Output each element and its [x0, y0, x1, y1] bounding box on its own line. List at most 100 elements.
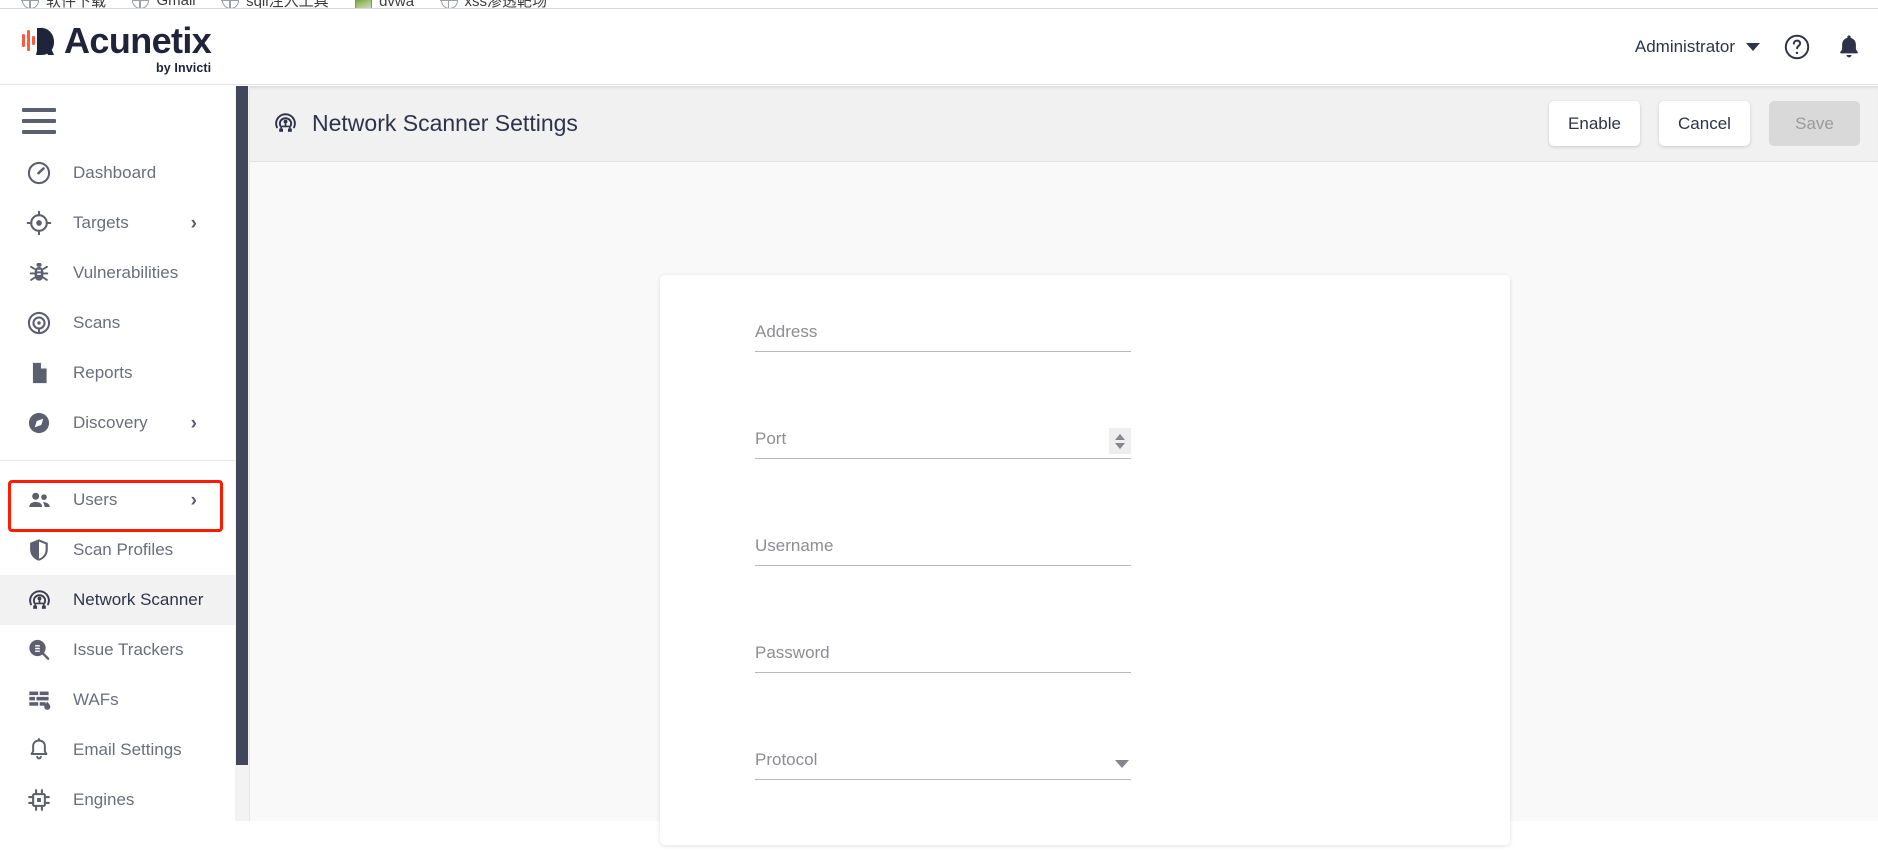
cancel-button[interactable]: Cancel [1659, 101, 1750, 146]
users-icon [24, 485, 54, 515]
settings-card-area: Address Port Username Password Protocol [250, 162, 1878, 845]
logo-tagline: by Invicti [156, 61, 212, 75]
image-icon [355, 0, 373, 8]
chevron-down-icon[interactable] [1115, 442, 1125, 449]
sidebar-item-label: Discovery [73, 413, 148, 432]
user-menu-label: Administrator [1634, 37, 1735, 56]
sidebar-item-issue-trackers[interactable]: Issue Trackers [0, 625, 249, 675]
sidebar-item-label: Scan Profiles [73, 540, 174, 559]
hamburger-bar [22, 108, 56, 112]
password-field-group: Password [755, 641, 1131, 748]
sidebar-item-scan-profiles[interactable]: Scan Profiles [0, 525, 249, 575]
bookmark-item[interactable]: dvwa [355, 0, 414, 8]
sidebar-divider [0, 460, 249, 461]
port-number-stepper[interactable] [1109, 428, 1131, 454]
globe-icon [439, 0, 458, 8]
port-input[interactable] [755, 427, 1131, 458]
network-scanner-icon [272, 110, 299, 137]
app-top-bar: Acunetix by Invicti Administrator [0, 9, 1878, 85]
sidebar-item-vulnerabilities[interactable]: Vulnerabilities [0, 248, 249, 298]
sidebar-item-targets[interactable]: Targets › [0, 198, 249, 248]
bookmark-label: xss渗透靶场 [464, 0, 548, 9]
help-circle-icon[interactable] [1782, 32, 1812, 62]
document-icon [24, 358, 54, 388]
hamburger-menu-icon[interactable] [22, 108, 56, 134]
port-field-group: Port [755, 427, 1131, 534]
bug-search-icon [24, 635, 54, 665]
sidebar-item-scans[interactable]: Scans [0, 298, 249, 348]
compass-icon [24, 408, 54, 438]
chip-icon [24, 785, 54, 815]
network-scanner-icon [24, 585, 54, 615]
sidebar-item-email-settings[interactable]: Email Settings [0, 725, 249, 775]
protocol-field-group: Protocol [755, 748, 1131, 855]
sidebar-item-label: Users [73, 490, 118, 509]
username-input[interactable] [755, 534, 1131, 565]
chevron-down-icon[interactable] [1115, 760, 1129, 768]
sidebar-item-label: Reports [73, 363, 133, 382]
chevron-right-icon: › [190, 412, 197, 434]
user-menu[interactable]: Administrator [1635, 37, 1760, 57]
sidebar-item-network-scanner[interactable]: Network Scanner [0, 575, 249, 625]
chevron-right-icon: › [190, 489, 197, 511]
logo-wordmark: Acunetix [64, 20, 212, 61]
sidebar-item-reports[interactable]: Reports [0, 348, 249, 398]
bookmark-label: sqli注入工具 [246, 0, 329, 9]
sidebar-item-label: Network Scanner [73, 590, 204, 609]
bookmark-item[interactable]: xss渗透靶场 [439, 0, 548, 9]
hamburger-bar [22, 119, 56, 123]
firewall-icon [24, 685, 54, 715]
sidebar-item-discovery[interactable]: Discovery › [0, 398, 249, 448]
acunetix-logo[interactable]: Acunetix by Invicti [22, 20, 212, 75]
sidebar-secondary-group: Users › Scan Profiles Network Scanner Is… [0, 475, 249, 821]
page-header: Network Scanner Settings Enable Cancel S… [250, 86, 1878, 162]
sidebar-item-label: Issue Trackers [73, 640, 184, 659]
sidebar-item-dashboard[interactable]: Dashboard [0, 148, 249, 198]
globe-icon [221, 0, 240, 8]
globe-icon [21, 0, 39, 8]
sidebar-scrollbar-track[interactable] [235, 86, 249, 821]
target-crosshair-icon [24, 208, 54, 238]
network-scanner-form: Address Port Username Password Protocol [755, 320, 1131, 855]
sidebar-item-label: Email Settings [73, 740, 182, 759]
bookmark-label: Gmail [156, 0, 196, 9]
chevron-up-icon[interactable] [1115, 433, 1125, 440]
sidebar-item-engines[interactable]: Engines [0, 775, 249, 821]
bookmark-item[interactable]: 软件下载 [21, 0, 106, 8]
browser-bookmarks-bar: 软件下载 Gmail sqli注入工具 dvwa xss渗透靶场 [0, 0, 1878, 9]
password-input[interactable] [755, 641, 1131, 672]
scan-radar-icon [24, 308, 54, 338]
protocol-field-label: Protocol [755, 750, 818, 769]
bug-icon [24, 258, 54, 288]
bell-outline-icon [24, 735, 54, 765]
hamburger-bar [22, 130, 56, 134]
bookmark-item[interactable]: Gmail [131, 0, 196, 9]
sidebar-primary-group: Dashboard Targets › Vulnerabilities Scan… [0, 148, 249, 448]
chevron-right-icon: › [190, 212, 197, 234]
sidebar-item-users[interactable]: Users › [0, 475, 249, 525]
network-scanner-settings-card: Address Port Username Password Protocol [660, 275, 1510, 845]
bookmark-item[interactable]: sqli注入工具 [221, 0, 329, 9]
page-title-text: Network Scanner Settings [312, 110, 578, 136]
chevron-down-icon [1746, 43, 1760, 51]
enable-button[interactable]: Enable [1549, 101, 1640, 146]
main-content: Network Scanner Settings Enable Cancel S… [250, 86, 1878, 845]
sidebar-scrollbar-thumb[interactable] [236, 86, 248, 765]
globe-icon [131, 0, 150, 8]
dashboard-gauge-icon [24, 158, 54, 188]
sidebar-item-label: Engines [73, 790, 135, 809]
address-input[interactable] [755, 320, 1131, 351]
username-field-group: Username [755, 534, 1131, 641]
sidebar-item-label: WAFs [73, 690, 119, 709]
save-button: Save [1769, 101, 1860, 146]
page-title: Network Scanner Settings [272, 110, 578, 137]
sidebar-item-label: Vulnerabilities [73, 263, 179, 282]
shield-icon [24, 535, 54, 565]
sidebar-item-label: Targets [73, 213, 129, 232]
bell-icon[interactable] [1834, 32, 1864, 62]
page-header-actions: Enable Cancel Save [1549, 101, 1860, 146]
top-bar-right-actions: Administrator [1635, 9, 1864, 85]
sidebar-item-wafs[interactable]: WAFs [0, 675, 249, 725]
sidebar-item-label: Scans [73, 313, 121, 332]
sidebar-navigation: Dashboard Targets › Vulnerabilities Scan… [0, 86, 250, 821]
